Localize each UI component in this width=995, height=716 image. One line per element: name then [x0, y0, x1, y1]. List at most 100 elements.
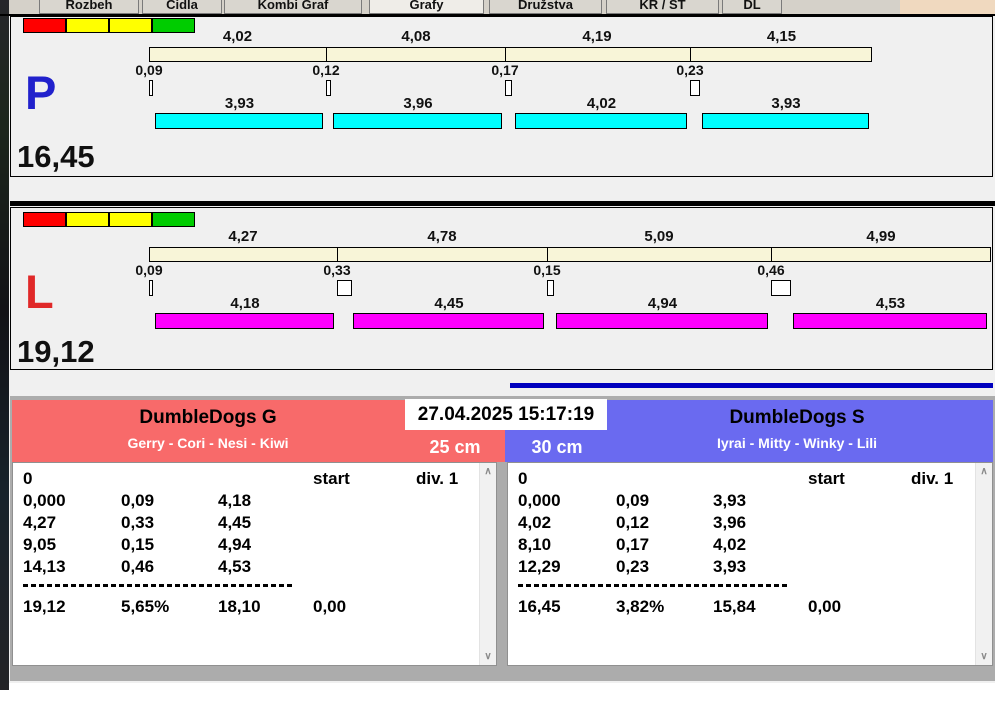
tabbar-filler	[900, 0, 995, 14]
run-bar	[702, 113, 869, 129]
team-name-left: DumbleDogs G	[139, 407, 277, 428]
lane-letter: P	[25, 66, 57, 119]
reaction-box	[149, 80, 153, 96]
reaction-box	[337, 280, 352, 296]
table-cell: 0,46	[121, 557, 155, 576]
results-section: DumbleDogs G Gerry - Cori - Nesi - Kiwi …	[10, 396, 995, 681]
table-cell: 5,65%	[121, 597, 170, 616]
reaction-time-label: 0,46	[757, 262, 785, 278]
table-cell: 4,18	[218, 491, 252, 510]
run-time-label: 4,94	[647, 295, 678, 312]
split-bar-divider	[547, 247, 548, 262]
result-table-left[interactable]: 0 start div. 1 0,000 0,09 4,18 4,27 0,33 4,45 9,0…	[12, 462, 497, 666]
lane-letter: L	[25, 265, 54, 318]
reaction-time-label: 0,15	[533, 262, 561, 278]
tab-kr-st[interactable]: KR / ST	[606, 0, 719, 14]
status-light	[66, 212, 109, 227]
tab-dl[interactable]: DL	[722, 0, 782, 14]
tab-rozbeh[interactable]: Rozbeh	[39, 0, 139, 14]
table-cell: 3,93	[713, 491, 747, 510]
run-time-label: 4,18	[230, 295, 260, 312]
scrollbar[interactable]: ∧ ∨	[479, 463, 496, 665]
status-light	[152, 212, 195, 227]
run-bar	[353, 313, 544, 329]
table-cell: 0,33	[121, 513, 155, 532]
app-window: Rozbeh Cidla Kombi Graf Grafy Družstva KR / S…	[0, 0, 995, 716]
run-time-label: 4,53	[875, 295, 906, 312]
run-bar	[333, 113, 502, 129]
run-bar	[155, 313, 334, 329]
reaction-box	[149, 280, 153, 296]
run-time-label: 3,93	[771, 95, 801, 112]
tab-bar: Rozbeh Cidla Kombi Graf Grafy Družstva KR / S…	[9, 0, 995, 14]
lane-panel-l: 4,27 0,09 4,18 4,78 0,33 4,45 5,09 0,15 4,94 4,99…	[10, 207, 993, 370]
table-cell: 0,17	[616, 535, 650, 554]
scroll-down-icon[interactable]: ∨	[976, 648, 992, 665]
team-dogs-right: Iyrai - Mitty - Winky - Lili	[716, 435, 878, 451]
height-badge-right: 30 cm	[531, 437, 583, 457]
table-cell: 0,23	[616, 557, 650, 576]
table-cell: 4,02	[713, 535, 747, 554]
reaction-box	[505, 80, 512, 96]
reaction-box	[547, 280, 554, 296]
table-cell: 3,96	[713, 513, 747, 532]
lane-panel-p: 4,02 0,09 3,93 4,08 0,12 3,96 4,19 0,17 4,02 4,15…	[10, 16, 993, 177]
table-cell: 4,53	[218, 557, 252, 576]
run-time-label: 4,45	[434, 295, 464, 312]
split-time-label: 4,02	[222, 28, 253, 45]
datetime-box: 27.04.2025 15:17:19	[405, 399, 607, 430]
split-bar-divider	[505, 47, 506, 62]
table-cell: 4,94	[218, 535, 252, 554]
reaction-box	[690, 80, 700, 96]
table-cell: 0,09	[616, 491, 650, 510]
table-cell: 16,45	[518, 597, 561, 616]
progress-bar	[510, 383, 993, 388]
status-light	[66, 18, 109, 33]
table-cell: 19,12	[23, 597, 66, 616]
scroll-up-icon[interactable]: ∧	[480, 463, 496, 480]
result-table-right[interactable]: 0 start div. 1 0,000 0,09 3,93 4,02 0,12 3,96 8,1…	[507, 462, 993, 666]
table-cell: 14,13	[23, 557, 66, 576]
split-bar	[149, 247, 991, 262]
split-time-label: 4,15	[766, 28, 797, 45]
split-time-label: 4,19	[582, 28, 612, 45]
team-name-right: DumbleDogs S	[729, 407, 865, 428]
tab-grafy[interactable]: Grafy	[369, 0, 484, 14]
table-cell: 0,000	[518, 491, 561, 510]
tab-kombi-graf[interactable]: Kombi Graf	[224, 0, 362, 14]
reaction-box	[771, 280, 791, 296]
table-cell: 18,10	[218, 597, 261, 616]
table-cell: start	[808, 469, 845, 488]
run-time-label: 4,02	[586, 95, 617, 112]
table-cell: 0	[23, 469, 33, 488]
split-time-label: 5,09	[644, 228, 674, 245]
split-bar	[149, 47, 872, 62]
scroll-down-icon[interactable]: ∨	[480, 648, 496, 665]
run-bar	[556, 313, 768, 329]
reaction-time-label: 0,09	[135, 62, 163, 78]
table-separator	[518, 584, 790, 587]
table-cell: 4,45	[218, 513, 252, 532]
scrollbar[interactable]: ∧ ∨	[975, 463, 992, 665]
reaction-time-label: 0,17	[491, 62, 519, 78]
split-bar-divider	[690, 47, 691, 62]
split-time-label: 4,78	[427, 228, 457, 245]
table-cell: 8,10	[518, 535, 552, 554]
split-time-label: 4,99	[866, 228, 896, 245]
tab-dru-stva[interactable]: Družstva	[489, 0, 602, 14]
table-cell: 4,27	[23, 513, 57, 532]
reaction-time-label: 0,33	[323, 262, 351, 278]
scroll-up-icon[interactable]: ∧	[976, 463, 992, 480]
table-cell: 3,82%	[616, 597, 665, 616]
split-bar-divider	[337, 247, 338, 262]
split-time-label: 4,08	[401, 28, 431, 45]
table-cell: 0	[518, 469, 528, 488]
reaction-time-label: 0,12	[312, 62, 340, 78]
table-cell: start	[313, 469, 350, 488]
reaction-box	[326, 80, 331, 96]
table-cell: 0,00	[808, 597, 842, 616]
lane-total: 16,45	[17, 139, 95, 174]
table-cell: 3,93	[713, 557, 747, 576]
tab-cidla[interactable]: Cidla	[142, 0, 222, 14]
run-bar	[515, 113, 687, 129]
